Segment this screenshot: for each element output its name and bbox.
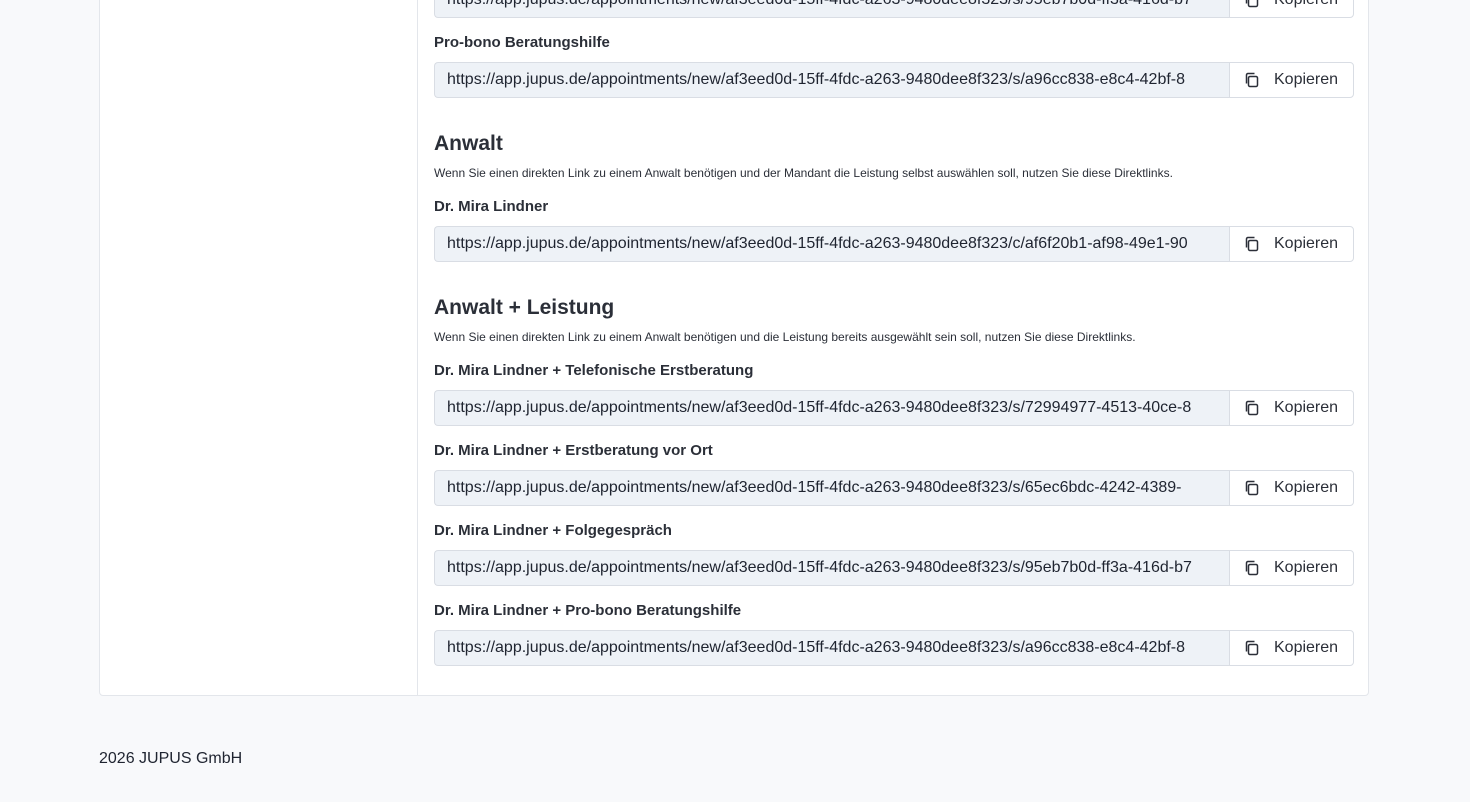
url-field-anwalt-leistung-1[interactable] (434, 390, 1229, 426)
section-title-anwalt: Anwalt (434, 132, 503, 155)
link-row-anwalt-leistung-2: Kopieren (434, 470, 1354, 506)
link-row-partial: Kopieren (434, 0, 1354, 18)
copy-button-anwalt-leistung-3[interactable]: Kopieren (1229, 550, 1354, 586)
copy-button-anwalt[interactable]: Kopieren (1229, 226, 1354, 262)
copy-button-label: Kopieren (1274, 399, 1339, 416)
link-row-anwalt-leistung-3: Kopieren (434, 550, 1354, 586)
url-field-anwalt-leistung-3[interactable] (434, 550, 1229, 586)
copy-icon (1245, 72, 1259, 88)
section-description-anwalt: Wenn Sie einen direkten Link zu einem An… (434, 166, 1173, 180)
url-field[interactable] (434, 0, 1229, 18)
copy-icon (1245, 0, 1259, 8)
link-row-anwalt-leistung-1: Kopieren (434, 390, 1354, 426)
link-label-anwalt-leistung-4: Dr. Mira Lindner + Pro-bono Beratungshil… (434, 602, 742, 619)
copy-icon (1245, 480, 1259, 496)
copy-button-label: Kopieren (1274, 639, 1339, 656)
copy-button-label: Kopieren (1274, 71, 1339, 88)
footer-copyright: 2026 JUPUS GmbH (99, 750, 243, 767)
link-row-anwalt: Kopieren (434, 226, 1354, 262)
copy-button-anwalt-leistung-2[interactable]: Kopieren (1229, 470, 1354, 506)
url-field-anwalt-leistung-4[interactable] (434, 630, 1229, 666)
copy-icon (1245, 236, 1259, 252)
link-label-anwalt-leistung-3: Dr. Mira Lindner + Folgegespräch (434, 522, 672, 539)
copy-button-probono[interactable]: Kopieren (1229, 62, 1354, 98)
copy-icon (1245, 560, 1259, 576)
copy-button-label: Kopieren (1274, 235, 1339, 252)
copy-icon (1245, 400, 1259, 416)
copy-button-anwalt-leistung-4[interactable]: Kopieren (1229, 630, 1354, 666)
link-label-anwalt-leistung-2: Dr. Mira Lindner + Erstberatung vor Ort (434, 442, 713, 459)
copy-button-anwalt-leistung-1[interactable]: Kopieren (1229, 390, 1354, 426)
link-label-anwalt-leistung-1: Dr. Mira Lindner + Telefonische Erstbera… (434, 362, 754, 379)
link-label-probono: Pro-bono Beratungshilfe (434, 34, 610, 51)
link-row-anwalt-leistung-4: Kopieren (434, 630, 1354, 666)
copy-button-label: Kopieren (1274, 0, 1338, 9)
copy-button[interactable]: Kopieren (1229, 0, 1354, 18)
links-card: Kopieren Pro-bono Beratungshilfe Kopiere… (99, 0, 1369, 696)
copy-button-label: Kopieren (1274, 479, 1339, 496)
url-field-anwalt-leistung-2[interactable] (434, 470, 1229, 506)
url-field-probono[interactable] (434, 62, 1229, 98)
copy-button-label: Kopieren (1274, 559, 1339, 576)
section-title-anwalt-leistung: Anwalt + Leistung (434, 296, 615, 319)
section-description-anwalt-leistung: Wenn Sie einen direkten Link zu einem An… (434, 330, 1136, 344)
link-label-anwalt: Dr. Mira Lindner (434, 198, 549, 215)
copy-icon (1245, 640, 1259, 656)
link-row-probono: Kopieren (434, 62, 1354, 98)
card-sidebar-column (100, 0, 418, 695)
url-field-anwalt[interactable] (434, 226, 1229, 262)
